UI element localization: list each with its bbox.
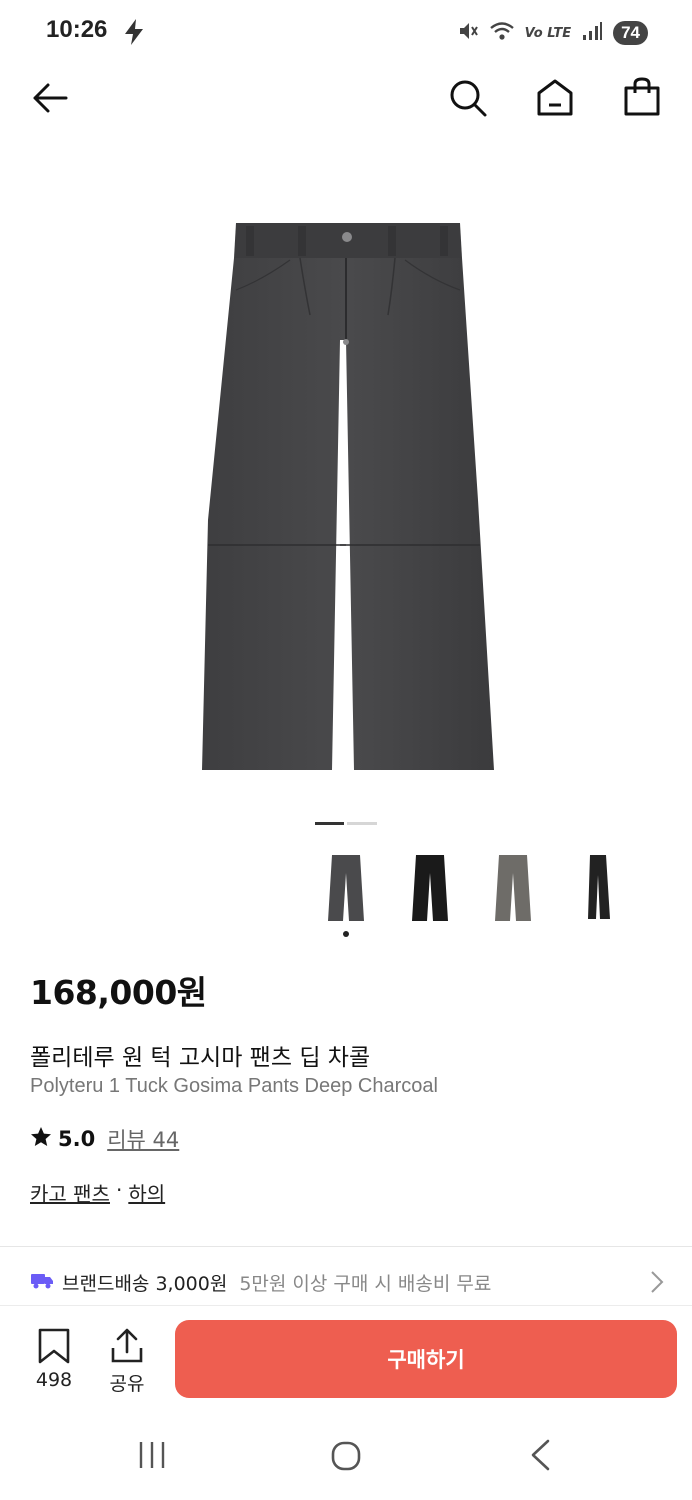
bookmark-button[interactable]: 498 xyxy=(24,1328,84,1391)
status-time: 10:26 xyxy=(46,16,108,43)
back-nav-icon[interactable] xyxy=(528,1439,552,1475)
selected-color-dot xyxy=(343,931,349,937)
back-arrow-icon[interactable] xyxy=(30,78,70,118)
shipping-note: 5만원 이상 구매 시 배송비 무료 xyxy=(239,1272,492,1295)
search-icon[interactable] xyxy=(448,78,488,118)
product-price: 168,000원 xyxy=(30,973,207,1012)
status-icons: Vo LTE 74 xyxy=(457,18,648,48)
share-button[interactable]: 공유 xyxy=(97,1328,157,1396)
category-link-cargo-pants[interactable]: 카고 팬츠 xyxy=(30,1178,110,1207)
color-option-deep-charcoal[interactable] xyxy=(322,850,370,926)
color-option-black-2[interactable] xyxy=(572,850,620,926)
rating-value: 5.0 xyxy=(58,1127,96,1151)
share-label: 공유 xyxy=(109,1373,145,1395)
category-separator: · xyxy=(115,1178,123,1202)
chevron-right-icon xyxy=(650,1270,664,1299)
battery-badge: 74 xyxy=(613,21,648,45)
buy-button[interactable]: 구매하기 xyxy=(175,1320,677,1398)
network-label: Vo LTE xyxy=(524,25,572,41)
review-link[interactable]: 리뷰 44 xyxy=(107,1124,179,1154)
shopping-bag-icon[interactable] xyxy=(622,76,662,116)
section-divider xyxy=(0,1246,692,1247)
product-image[interactable] xyxy=(0,140,692,820)
home-nav-icon[interactable] xyxy=(330,1440,362,1476)
system-nav-bar xyxy=(0,1410,692,1500)
charging-icon xyxy=(122,18,146,50)
star-icon xyxy=(30,1126,52,1153)
shipping-label: 브랜드배송 3,000원 xyxy=(62,1272,228,1295)
gallery-indicator xyxy=(347,822,377,825)
color-option-grey[interactable] xyxy=(489,850,537,926)
shipping-info-row[interactable]: 브랜드배송 3,000원 5만원 이상 구매 시 배송비 무료 xyxy=(30,1262,670,1302)
color-option-black[interactable] xyxy=(406,850,454,926)
share-icon xyxy=(110,1328,144,1369)
category-link-bottoms[interactable]: 하의 xyxy=(128,1178,165,1207)
bookmark-count: 498 xyxy=(35,1369,73,1391)
mute-icon xyxy=(457,20,479,46)
product-name-en: Polyteru 1 Tuck Gosima Pants Deep Charco… xyxy=(30,1075,438,1097)
wifi-icon xyxy=(489,20,515,46)
product-name-ko: 폴리테루 원 턱 고시마 팬츠 딥 차콜 xyxy=(30,1045,371,1071)
rating-row: 5.0 리뷰 44 xyxy=(30,1124,179,1154)
recent-apps-icon[interactable] xyxy=(136,1440,168,1474)
signal-icon xyxy=(581,20,603,46)
gallery-indicator-active xyxy=(315,822,344,825)
home-icon[interactable] xyxy=(535,77,575,117)
truck-icon xyxy=(30,1270,54,1295)
bookmark-icon xyxy=(37,1328,71,1369)
category-breadcrumb: 카고 팬츠 · 하의 xyxy=(30,1178,165,1207)
